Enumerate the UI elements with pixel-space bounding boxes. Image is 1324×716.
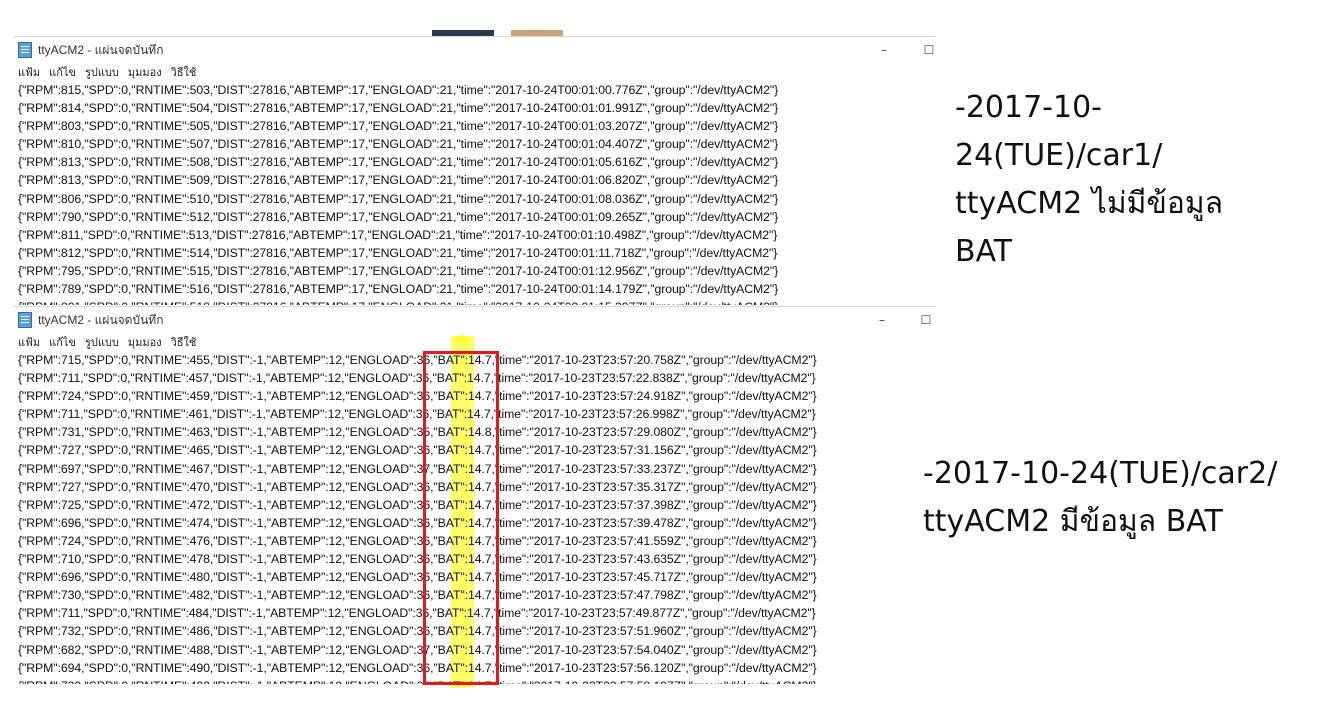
annotation-line: -2017-10- — [955, 90, 1102, 125]
menu-file[interactable]: แฟ้ม — [18, 333, 40, 351]
menu-edit[interactable]: แก้ไข — [49, 333, 76, 351]
menu-bar: แฟ้ม แก้ไข รูปแบบ มุมมอง วิธีใช้ — [14, 333, 935, 351]
text-line: {"RPM":815,"SPD":0,"RNTIME":503,"DIST":2… — [18, 83, 779, 97]
bat-column-outline — [423, 351, 499, 685]
menu-view[interactable]: มุมมอง — [128, 333, 162, 351]
text-line: {"RPM":789,"SPD":0,"RNTIME":516,"DIST":2… — [18, 282, 779, 297]
text-line: {"RPM":803,"SPD":0,"RNTIME":505,"DIST":2… — [18, 119, 779, 134]
text-line: {"RPM":790,"SPD":0,"RNTIME":512,"DIST":2… — [18, 209, 779, 224]
annotation-line: ttyACM2 ไม่มีข้อมูล — [955, 186, 1224, 221]
text-line: {"RPM":813,"SPD":0,"RNTIME":509,"DIST":2… — [18, 173, 779, 188]
text-line: {"RPM":813,"SPD":0,"RNTIME":508,"DIST":2… — [18, 155, 779, 170]
menu-format[interactable]: รูปแบบ — [85, 63, 119, 81]
menu-help[interactable]: วิธีใช้ — [171, 63, 197, 81]
notepad-icon — [18, 312, 32, 328]
text-line: {"RPM":811,"SPD":0,"RNTIME":513,"DIST":2… — [18, 227, 778, 242]
text-line: {"RPM":806,"SPD":0,"RNTIME":510,"DIST":2… — [18, 191, 779, 206]
menu-help[interactable]: วิธีใช้ — [171, 333, 197, 351]
menu-view[interactable]: มุมมอง — [128, 63, 162, 81]
maximize-icon[interactable]: ☐ — [911, 307, 935, 333]
text-editor[interactable]: {"RPM":815,"SPD":0,"RNTIME":503,"DIST":2… — [14, 81, 935, 305]
title-bar[interactable]: ttyACM2 - แผ่นจดบันทึก – ☐ — [14, 37, 935, 63]
menu-format[interactable]: รูปแบบ — [85, 333, 119, 351]
title-bar[interactable]: ttyACM2 - แผ่นจดบันทึก – ☐ — [14, 307, 935, 333]
annotation-line: 24(TUE)/car1/ — [955, 138, 1163, 173]
annotation-car2: -2017-10-24(TUE)/car2/ ttyACM2 มีข้อมูล … — [923, 450, 1323, 546]
text-line: {"RPM":795,"SPD":0,"RNTIME":515,"DIST":2… — [18, 263, 779, 278]
annotation-car1: -2017-10- 24(TUE)/car1/ ttyACM2 ไม่มีข้อ… — [955, 84, 1255, 276]
text-line: {"RPM":810,"SPD":0,"RNTIME":507,"DIST":2… — [18, 137, 779, 152]
annotation-line: ttyACM2 มีข้อมูล BAT — [923, 504, 1223, 539]
text-line: {"RPM":801,"SPD":0,"RNTIME":518,"DIST":2… — [18, 298, 935, 305]
window-title: ttyACM2 - แผ่นจดบันทึก — [38, 42, 164, 57]
minimize-icon[interactable]: – — [867, 307, 897, 333]
annotation-line: -2017-10-24(TUE)/car2/ — [923, 456, 1278, 491]
notepad-window-car1: ttyACM2 - แผ่นจดบันทึก – ☐ แฟ้ม แก้ไข รู… — [14, 36, 935, 307]
maximize-icon[interactable]: ☐ — [914, 37, 935, 63]
text-line: {"RPM":812,"SPD":0,"RNTIME":514,"DIST":2… — [18, 245, 778, 260]
menu-file[interactable]: แฟ้ม — [18, 63, 40, 81]
annotation-line: BAT — [955, 234, 1013, 269]
text-line: {"RPM":814,"SPD":0,"RNTIME":504,"DIST":2… — [18, 101, 779, 116]
window-title: ttyACM2 - แผ่นจดบันทึก — [38, 312, 164, 327]
menu-edit[interactable]: แก้ไข — [49, 63, 76, 81]
menu-bar: แฟ้ม แก้ไข รูปแบบ มุมมอง วิธีใช้ — [14, 63, 935, 81]
background-strip — [0, 0, 935, 36]
minimize-icon[interactable]: – — [869, 37, 899, 63]
notepad-icon — [18, 42, 32, 58]
